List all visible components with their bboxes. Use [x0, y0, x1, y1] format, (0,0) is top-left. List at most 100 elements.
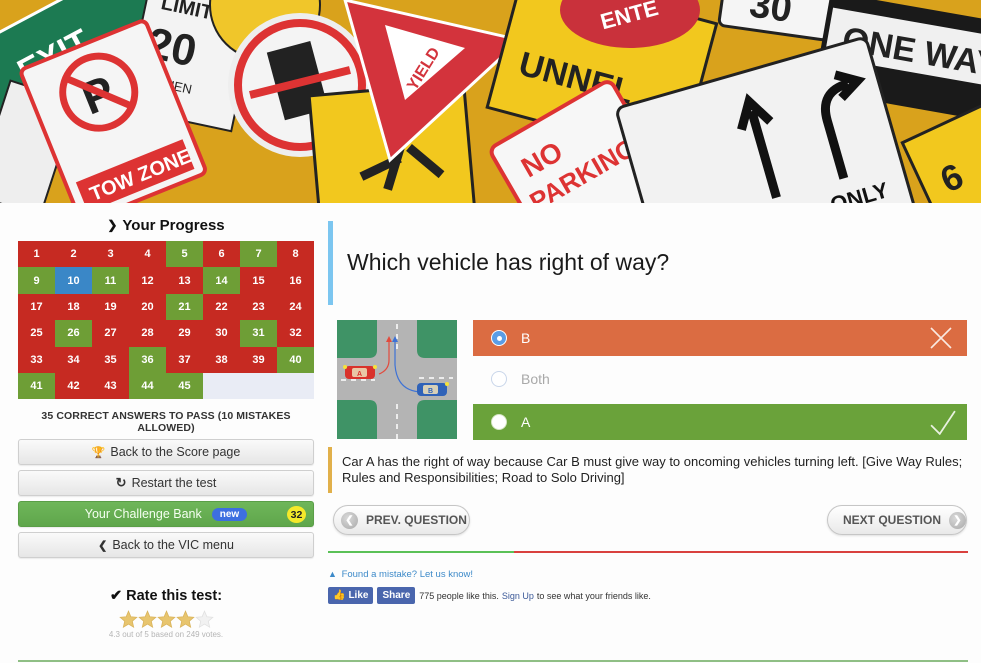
question-grid: 1 2 3 4 5 6 7 8 9 10 11 12 13 14 15 16 17 18 19 20 21 22 23 24 2… [18, 241, 314, 400]
question-cell-27[interactable]: 27 [92, 320, 129, 347]
svg-text:B: B [428, 388, 433, 395]
question-cell-8[interactable]: 8 [277, 241, 314, 268]
question-cell-19[interactable]: 19 [92, 293, 129, 321]
signup-link[interactable]: Sign Up [502, 591, 534, 601]
question-cell-34[interactable]: 34 [55, 346, 92, 373]
rating-widget: ✔ Rate this test: 4.3 out of 5 based on … [18, 588, 314, 639]
question-cell-45[interactable]: 45 [166, 372, 203, 400]
answer-option-b[interactable]: B [473, 320, 967, 356]
question-cell-15[interactable]: 15 [240, 267, 277, 294]
star-icon[interactable] [118, 610, 138, 629]
chevron-left-icon: ❮ [341, 511, 358, 529]
question-cell-3[interactable]: 3 [92, 241, 129, 268]
progress-fill [328, 551, 514, 553]
chevron-right-icon: ❯ [949, 511, 966, 529]
question-cell-12[interactable]: 12 [129, 267, 166, 294]
question-cell-40[interactable]: 40 [277, 346, 314, 373]
radio-selected[interactable] [491, 330, 507, 346]
svg-text:A: A [357, 371, 362, 378]
question-cell-39[interactable]: 39 [240, 346, 277, 373]
new-badge: new [211, 507, 248, 521]
question-cell-30[interactable]: 30 [203, 320, 240, 347]
question-cell-11[interactable]: 11 [92, 267, 129, 294]
question-cell-1[interactable]: 1 [18, 241, 55, 268]
question-cell-6[interactable]: 6 [203, 241, 240, 268]
car-b: B [417, 382, 449, 396]
refresh-icon: ↻ [115, 475, 127, 491]
warning-icon: ▲ [328, 569, 337, 579]
question-cell-22[interactable]: 22 [203, 293, 240, 321]
trophy-icon: 🏆 [91, 446, 106, 459]
question-cell-14[interactable]: 14 [203, 267, 240, 294]
question-cell-37[interactable]: 37 [166, 346, 203, 373]
likes-count: 775 people like this. [419, 590, 499, 601]
challenge-bank-button[interactable]: Your Challenge Bank new 32 [18, 501, 314, 528]
chevron-left-icon: ❮ [98, 539, 108, 552]
facebook-like-button[interactable]: 👍 Like [328, 587, 374, 604]
challenge-count-badge: 32 [287, 506, 306, 524]
question-cell-24[interactable]: 24 [277, 293, 314, 321]
grid-empty-space [203, 372, 314, 400]
pass-requirement: 35 CORRECT ANSWERS TO PASS (10 MISTAKES … [41, 410, 291, 435]
question-cell-42[interactable]: 42 [55, 372, 92, 400]
question-cell-2[interactable]: 2 [55, 241, 92, 268]
question-cell-18[interactable]: 18 [55, 293, 92, 321]
social-bar: 👍 Like Share 775 people like this. Sign … [328, 587, 651, 604]
star-icon[interactable] [156, 610, 176, 629]
prev-question-button[interactable]: ❮ PREV. QUESTION [333, 505, 470, 535]
report-mistake-link[interactable]: ▲ Found a mistake? Let us know! [328, 569, 473, 580]
question-cell-5[interactable]: 5 [166, 241, 203, 268]
progress-title[interactable]: ❯ Your Progress [18, 215, 314, 237]
question-box: Which vehicle has right of way? [328, 221, 968, 305]
question-cell-7[interactable]: 7 [240, 241, 277, 268]
restart-test-button[interactable]: ↻ Restart the test [18, 470, 314, 497]
question-cell-43[interactable]: 43 [92, 372, 129, 400]
test-progress-bar [328, 551, 968, 553]
signup-suffix: to see what your friends like. [536, 590, 651, 601]
question-cell-44[interactable]: 44 [129, 372, 166, 400]
question-cell-35[interactable]: 35 [92, 346, 129, 373]
question-cell-20[interactable]: 20 [129, 293, 166, 321]
footer-divider [18, 660, 968, 662]
question-cell-31[interactable]: 31 [240, 320, 277, 347]
radio-unselected[interactable] [491, 414, 507, 430]
question-cell-36[interactable]: 36 [129, 346, 166, 373]
question-cell-29[interactable]: 29 [166, 320, 203, 347]
road-signs-image: EXIT LIMIT 20 WHEN HING P TOW ZONE [0, 0, 981, 203]
facebook-share-button[interactable]: Share [377, 587, 416, 604]
answer-option-both[interactable]: Both [473, 361, 967, 397]
answer-option-a[interactable]: A [473, 404, 967, 440]
chevron-down-icon: ❯ [107, 218, 118, 232]
star-icon[interactable] [194, 610, 214, 629]
hero-banner: EXIT LIMIT 20 WHEN HING P TOW ZONE [0, 0, 981, 203]
progress-sidebar: ❯ Your Progress 1 2 3 4 5 6 7 8 9 10 11 12 13 14 15 16 17… [18, 203, 314, 559]
question-cell-28[interactable]: 28 [129, 320, 166, 347]
checkmark-icon: ✔ [109, 588, 123, 604]
question-cell-16[interactable]: 16 [277, 267, 314, 294]
question-cell-25[interactable]: 25 [18, 320, 55, 347]
question-cell-4[interactable]: 4 [129, 241, 166, 268]
back-to-menu-button[interactable]: ❮ Back to the VIC menu [18, 532, 314, 559]
question-text: Which vehicle has right of way? [347, 249, 670, 275]
next-question-button[interactable]: NEXT QUESTION ❯ [827, 505, 967, 535]
thumbs-up-icon: 👍 [333, 590, 346, 601]
question-cell-17[interactable]: 17 [18, 293, 55, 321]
question-cell-21[interactable]: 21 [166, 293, 203, 321]
question-cell-32[interactable]: 32 [277, 320, 314, 347]
question-cell-9[interactable]: 9 [18, 267, 55, 294]
rating-title: ✔ Rate this test: [109, 588, 223, 604]
question-cell-41[interactable]: 41 [18, 372, 55, 400]
radio-unselected[interactable] [491, 371, 507, 387]
star-icon[interactable] [175, 610, 195, 629]
question-cell-13[interactable]: 13 [166, 267, 203, 294]
back-to-score-button[interactable]: 🏆 Back to the Score page [18, 439, 314, 466]
question-cell-38[interactable]: 38 [203, 346, 240, 373]
question-cell-33[interactable]: 33 [18, 346, 55, 373]
question-cell-23[interactable]: 23 [240, 293, 277, 321]
question-cell-10[interactable]: 10 [55, 267, 92, 294]
rating-summary: 4.3 out of 5 based on 249 votes. [108, 630, 224, 639]
car-a: A [343, 365, 377, 379]
star-icon[interactable] [137, 610, 157, 629]
question-cell-26[interactable]: 26 [55, 320, 92, 347]
answer-explanation: Car A has the right of way because Car B… [328, 447, 968, 493]
